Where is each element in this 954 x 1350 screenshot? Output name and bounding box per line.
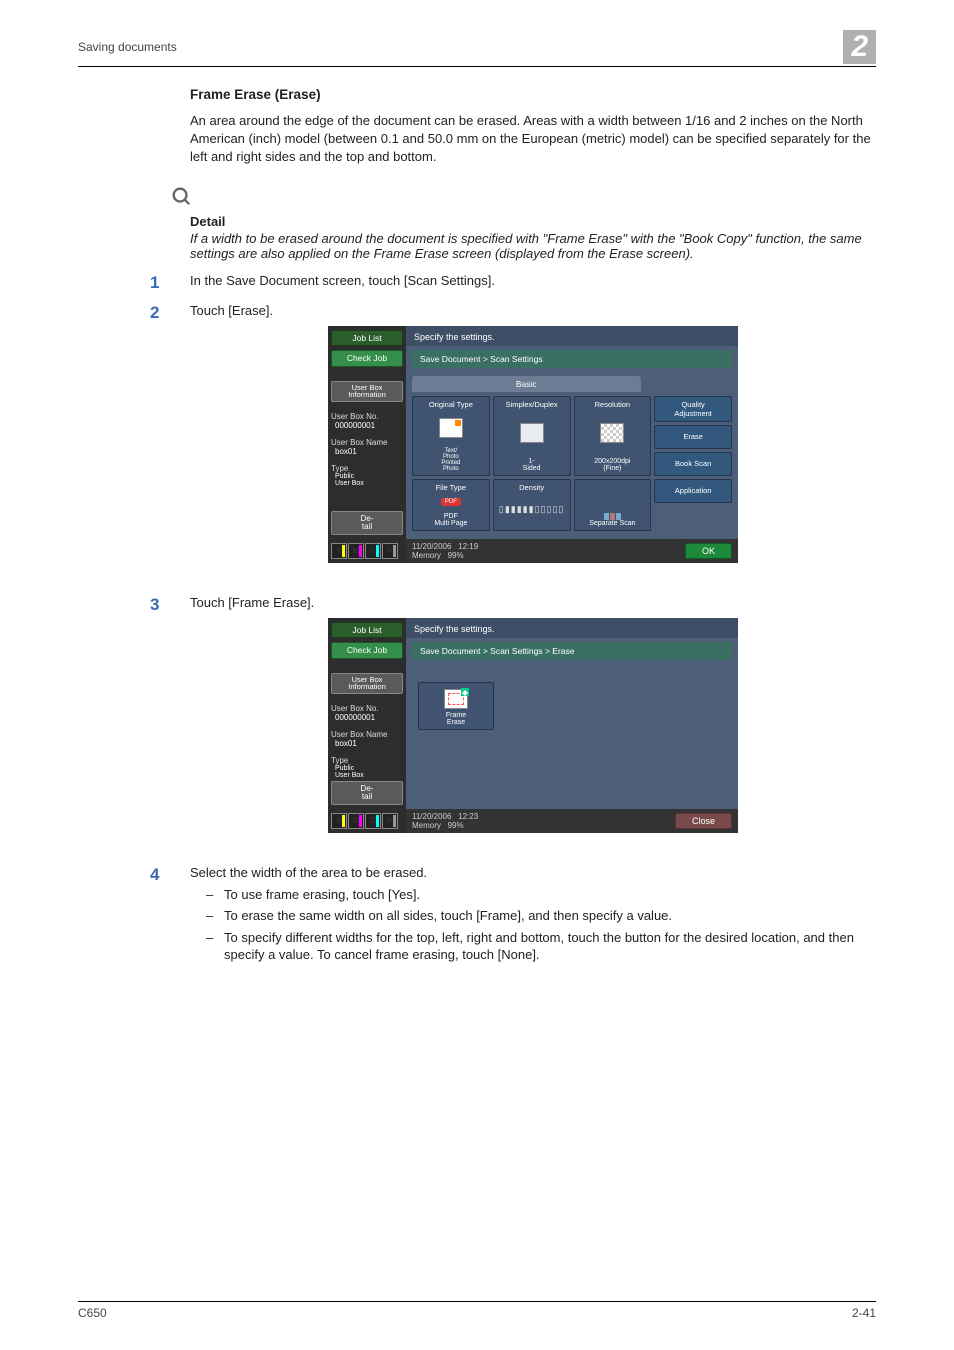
step-3-text: Touch [Frame Erase]. [190,595,876,610]
chapter-number: 2 [843,30,876,64]
step-number: 1 [150,273,190,293]
ok-button[interactable]: OK [685,543,732,559]
application-button[interactable]: Application [654,479,732,503]
scan-settings-screenshot: Job List Check Job User Box Information … [328,326,738,563]
user-box-name-label: User Box Name [331,438,403,447]
footer-memory-value: 99% [448,551,464,560]
original-type-button[interactable]: Original Type Text/ Photo Printed Photo [412,396,490,476]
resolution-button[interactable]: Resolution 200x200dpi (Fine) [574,396,652,476]
density-button[interactable]: Density ▯▮▮▮▮▮▯▯▯▯▯ [493,479,571,531]
detail-heading: Detail [190,214,876,229]
detail-text: If a width to be erased around the docum… [190,231,862,261]
book-scan-button[interactable]: Book Scan [654,452,732,476]
footer-model: C650 [78,1306,107,1320]
footer-memory-label: Memory [412,551,441,560]
erase-button[interactable]: Erase [654,425,732,449]
close-button[interactable]: Close [675,813,732,829]
panel-instruction: Specify the settings. [406,326,738,346]
step-1-text: In the Save Document screen, touch [Scan… [190,273,876,293]
quality-adjustment-button[interactable]: Quality Adjustment [654,396,732,422]
step-2-text: Touch [Erase]. [190,303,876,318]
separate-scan-button[interactable]: Separate Scan [574,479,652,531]
tab-basic[interactable]: Basic [412,376,641,392]
job-list-button[interactable]: Job List [331,622,403,639]
section-intro: An area around the edge of the document … [190,112,876,167]
detail-button[interactable]: De- tail [331,511,403,535]
erase-screenshot: Job List Check Job User Box Information … [328,618,738,833]
toner-indicators: YMCK [331,813,403,829]
user-box-name-value: box01 [331,447,403,456]
step-4-sub-a: To use frame erasing, touch [Yes]. [206,886,876,904]
panel-instruction: Specify the settings. [406,618,738,638]
detail-button[interactable]: De- tail [331,781,403,805]
running-header: Saving documents [78,40,177,54]
footer-date: 11/20/2006 [412,542,451,551]
step-4-text: Select the width of the area to be erase… [190,865,876,880]
toner-indicators: YMCK [331,543,403,559]
footer-time: 12:19 [458,542,478,551]
step-4-sub-b: To erase the same width on all sides, to… [206,907,876,925]
section-title: Frame Erase (Erase) [190,87,876,102]
breadcrumb: Save Document > Scan Settings > Erase [412,642,732,660]
user-box-no-value: 000000001 [331,421,403,430]
step-4-sub-c: To specify different widths for the top,… [206,929,876,964]
footer-page: 2-41 [852,1306,876,1320]
step-number: 4 [150,865,190,968]
step-number: 3 [150,595,190,855]
user-box-info-button[interactable]: User Box Information [331,381,403,402]
frame-erase-button[interactable]: ◆ Frame Erase [418,682,494,730]
type-value: Public User Box [331,473,403,487]
job-list-button[interactable]: Job List [331,330,403,347]
check-job-button[interactable]: Check Job [331,642,403,659]
simplex-duplex-button[interactable]: Simplex/Duplex 1- Sided [493,396,571,476]
user-box-info-button[interactable]: User Box Information [331,673,403,694]
breadcrumb: Save Document > Scan Settings [412,350,732,368]
check-job-button[interactable]: Check Job [331,350,403,367]
user-box-no-label: User Box No. [331,412,403,421]
detail-icon [170,185,876,210]
type-label: Type [331,464,403,473]
step-number: 2 [150,303,190,585]
file-type-button[interactable]: File Type PDF PDF Multi Page [412,479,490,531]
